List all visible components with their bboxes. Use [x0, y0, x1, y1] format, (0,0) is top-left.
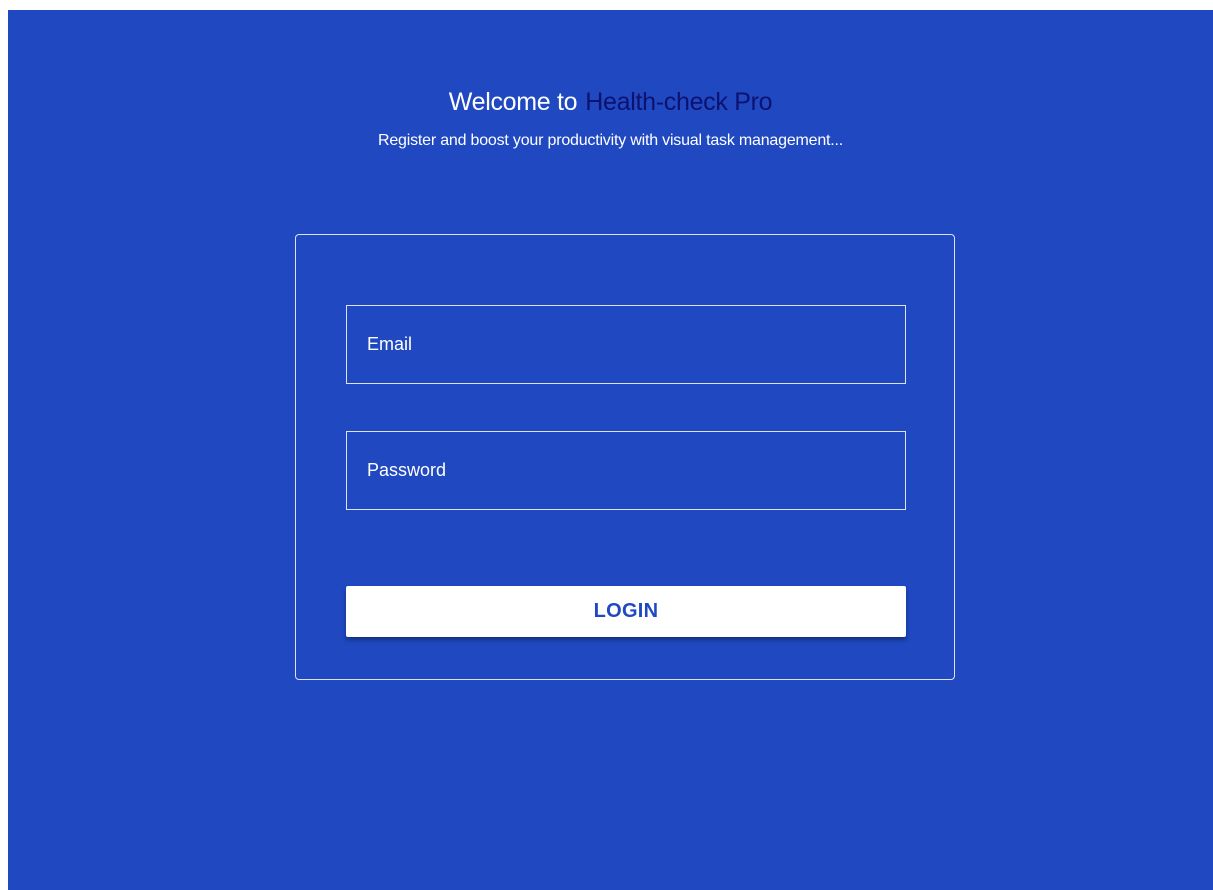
- brand-name: Health-check Pro: [585, 88, 773, 116]
- welcome-heading: Welcome to Health-check Pro: [8, 88, 1213, 117]
- login-button[interactable]: LOGIN: [346, 586, 906, 637]
- email-input[interactable]: [346, 305, 906, 384]
- welcome-prefix: Welcome to: [448, 88, 578, 116]
- login-card: LOGIN: [295, 234, 955, 680]
- page-background: Welcome to Health-check Pro Register and …: [8, 10, 1213, 890]
- password-input[interactable]: [346, 431, 906, 510]
- tagline: Register and boost your productivity wit…: [377, 132, 844, 149]
